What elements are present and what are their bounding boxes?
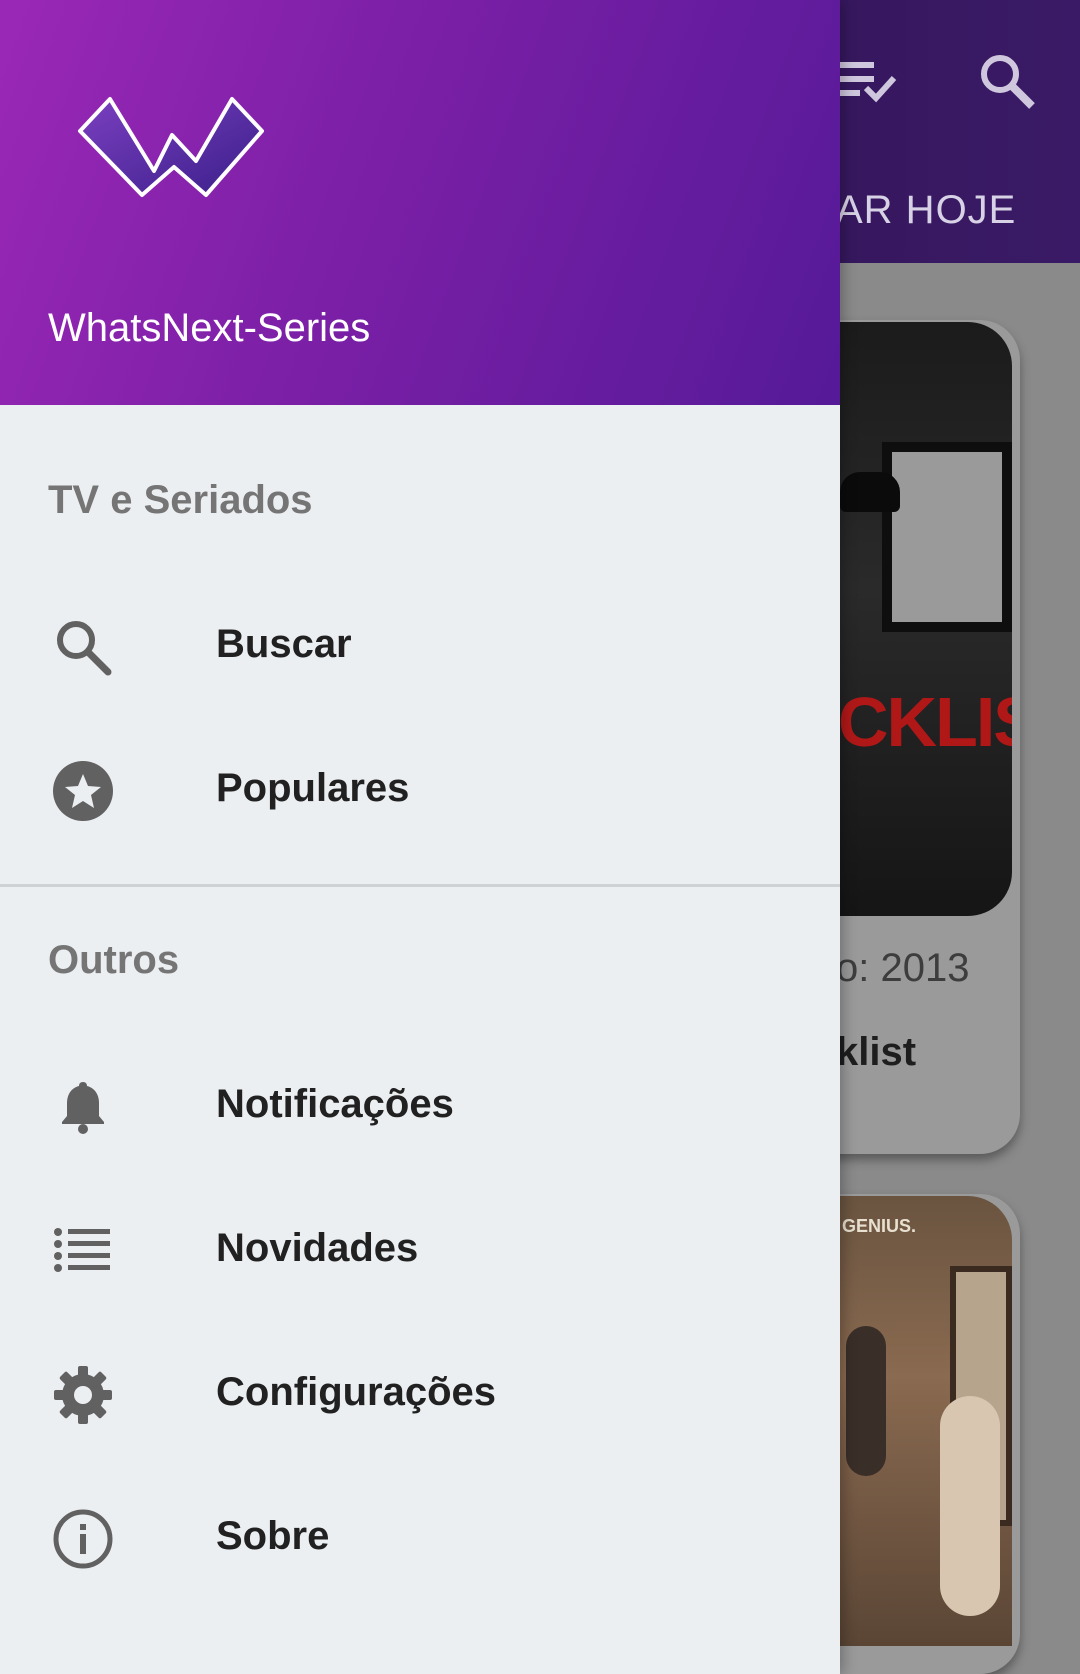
menu-item-sobre[interactable]: Sobre — [0, 1478, 840, 1598]
section-divider — [0, 884, 840, 887]
menu-item-label: Novidades — [216, 1226, 419, 1270]
menu-item-buscar[interactable]: Buscar — [0, 586, 840, 706]
navigation-drawer: WhatsNext-Series TV e Seriados Buscar Po… — [0, 0, 840, 1674]
info-icon — [53, 1509, 113, 1569]
menu-item-label: Populares — [216, 766, 410, 810]
menu-item-novidades[interactable]: Novidades — [0, 1190, 840, 1310]
menu-item-label: Sobre — [216, 1514, 330, 1558]
app-name: WhatsNext-Series — [48, 306, 371, 350]
menu-item-label: Buscar — [216, 622, 352, 666]
search-icon — [57, 621, 112, 676]
gear-icon — [54, 1366, 112, 1424]
star-icon — [53, 761, 113, 821]
bell-icon — [62, 1082, 104, 1134]
menu-item-label: Configurações — [216, 1370, 497, 1414]
list-icon — [54, 1228, 110, 1272]
section-title-outros: Outros — [48, 938, 180, 982]
menu-item-populares[interactable]: Populares — [0, 730, 840, 850]
drawer-header: WhatsNext-Series — [0, 0, 840, 405]
menu-item-configuracoes[interactable]: Configurações — [0, 1334, 840, 1454]
section-title-tv: TV e Seriados — [48, 478, 313, 522]
app-logo-icon — [78, 97, 264, 197]
menu-item-label: Notificações — [216, 1082, 454, 1126]
menu-item-notificacoes[interactable]: Notificações — [0, 1046, 840, 1166]
